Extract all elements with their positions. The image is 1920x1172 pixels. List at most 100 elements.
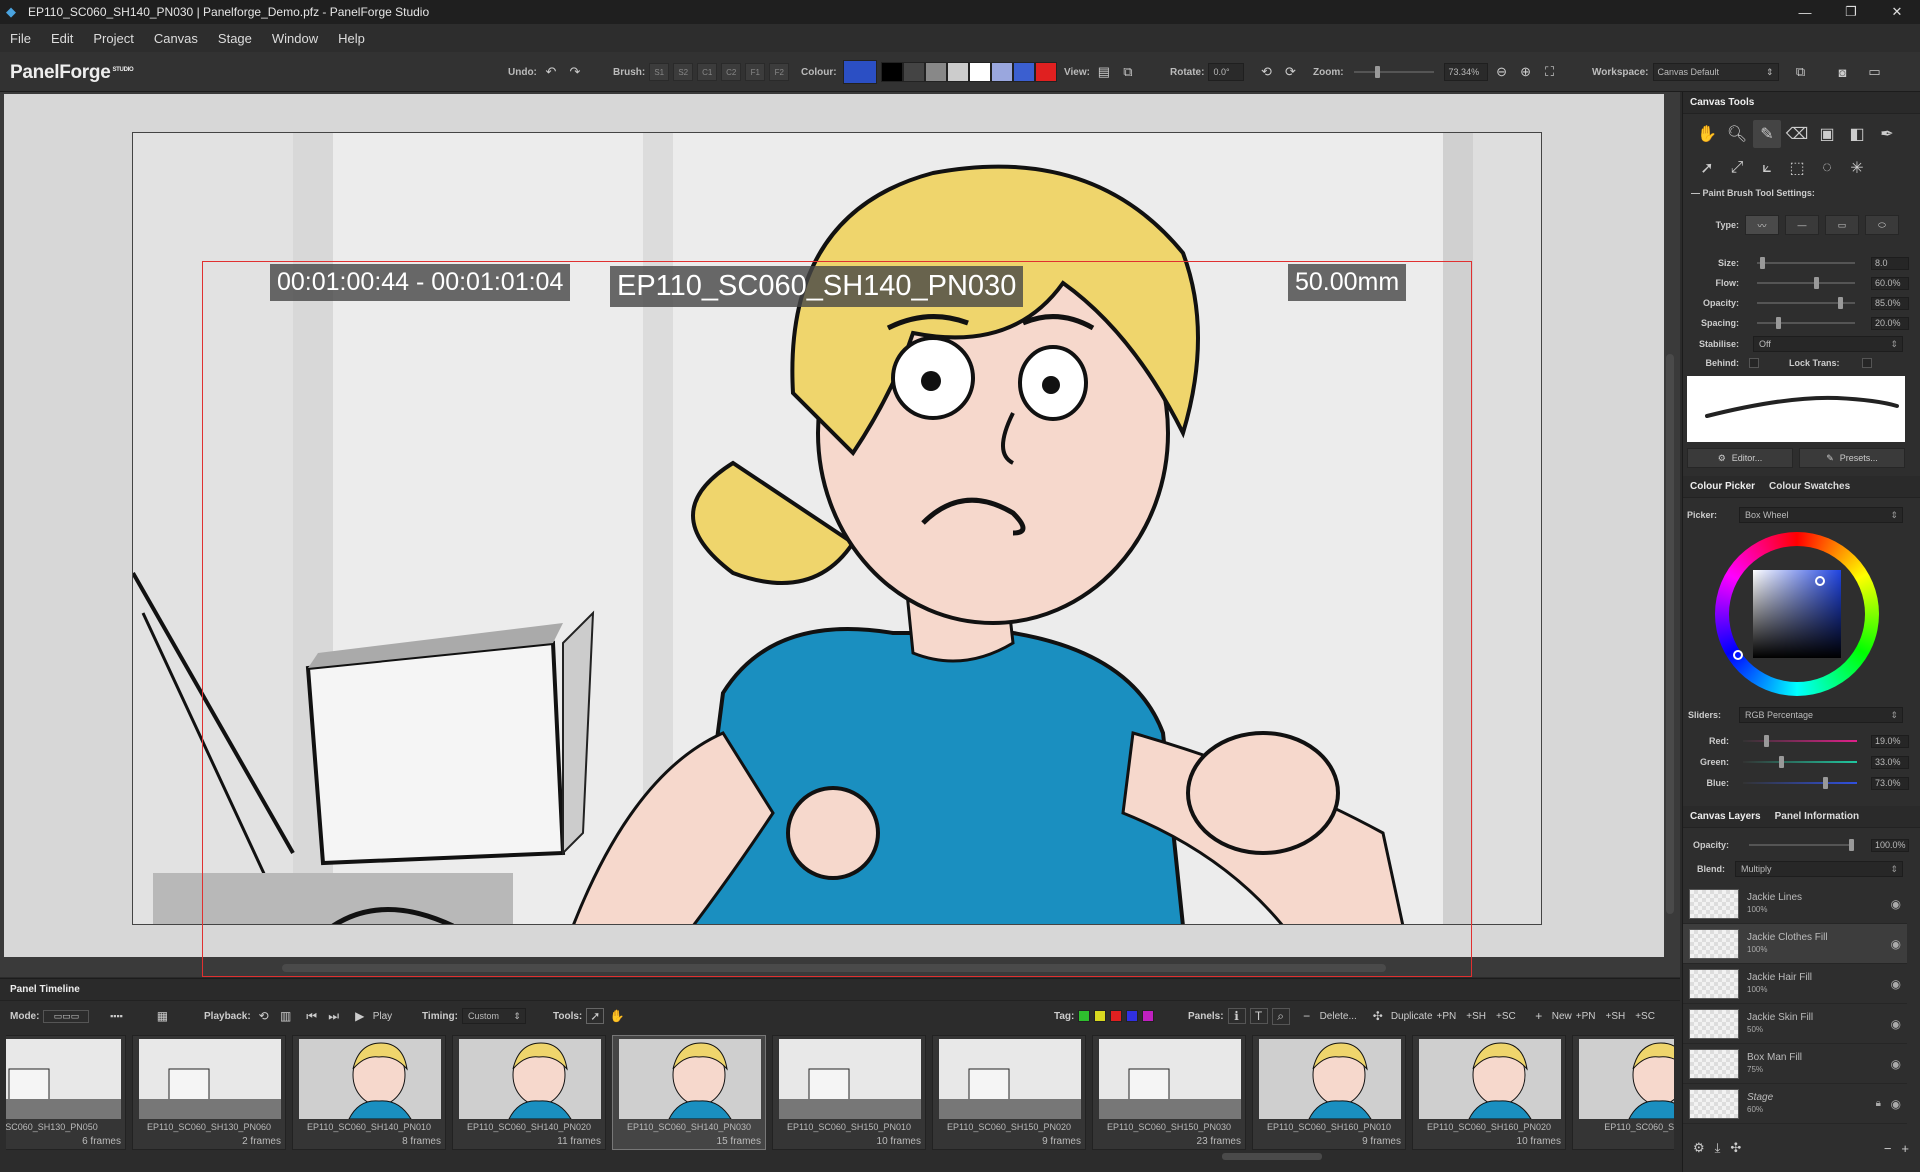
menu-project[interactable]: Project xyxy=(83,31,143,46)
brush-slot-f1[interactable]: F1 xyxy=(745,63,766,81)
layer-opacity-knob[interactable] xyxy=(1849,839,1854,851)
tag-purple[interactable] xyxy=(1142,1010,1155,1022)
panel-toggle-icon[interactable]: ▭ xyxy=(1865,62,1885,82)
brush-slot-c2[interactable]: C2 xyxy=(721,63,742,81)
brush-presets-button[interactable]: ✎ Presets... xyxy=(1799,448,1905,468)
panel-thumbnail[interactable]: EP110_SC060_SH140_PN030 15 frames xyxy=(612,1035,766,1150)
add-layer-icon[interactable]: + xyxy=(1901,1141,1909,1156)
hue-ring-cursor[interactable] xyxy=(1733,650,1743,660)
panel-thumbnail[interactable]: EP110_SC060_SH140_PN010 8 frames xyxy=(292,1035,446,1150)
brush-setting-slider[interactable] xyxy=(1757,277,1855,289)
stage-canvas[interactable]: 00:01:00:44 - 00:01:01:04 EP110_SC060_SH… xyxy=(4,94,1664,977)
play-icon[interactable]: ▶ xyxy=(351,1009,369,1023)
lasso-tool-icon[interactable]: ◌ xyxy=(1813,154,1841,182)
brush-setting-slider[interactable] xyxy=(1757,317,1855,329)
brush-setting-value[interactable]: 85.0% xyxy=(1871,296,1909,310)
colour-swatch[interactable] xyxy=(990,62,1013,82)
eraser-tool-icon[interactable]: ⌫ xyxy=(1783,120,1811,148)
layer-opacity-value[interactable]: 100.0% xyxy=(1871,838,1909,852)
lock-trans-checkbox[interactable] xyxy=(1861,358,1872,368)
eye-icon[interactable]: ◉ xyxy=(1891,977,1901,991)
delete-button[interactable]: Delete... xyxy=(1320,1011,1357,1022)
zoom-slider-knob[interactable] xyxy=(1374,66,1380,78)
colour-swatch[interactable] xyxy=(880,62,903,82)
mode-compact-icon[interactable]: ▪▪▪▪ xyxy=(93,1011,139,1021)
layer-opacity-slider[interactable] xyxy=(1749,839,1854,851)
screenshot-icon[interactable]: ◙ xyxy=(1833,62,1853,82)
panel-thumbnail[interactable]: EP110_SC060_SH160_PN010 9 frames xyxy=(1252,1035,1406,1150)
redo-icon[interactable]: ↷ xyxy=(565,62,585,82)
tag-red[interactable] xyxy=(1110,1010,1123,1022)
tag-yellow[interactable] xyxy=(1094,1010,1107,1022)
gradient-tool-icon[interactable]: ◧ xyxy=(1843,120,1871,148)
zoom-in-icon[interactable]: ⊕ xyxy=(1516,62,1536,82)
colour-wheel[interactable] xyxy=(1715,532,1879,696)
colour-swatch[interactable] xyxy=(924,62,947,82)
rotate-field[interactable]: 0.0° xyxy=(1208,63,1245,81)
brush-tool-icon[interactable]: ✎ xyxy=(1753,120,1781,148)
colour-box-cursor[interactable] xyxy=(1815,576,1825,586)
close-button[interactable]: ✕ xyxy=(1874,0,1920,24)
brush-slot-c1[interactable]: C1 xyxy=(697,63,718,81)
panel-thumbnail[interactable]: EP110_SC060_SH150_PN030 23 frames xyxy=(1092,1035,1246,1150)
marquee-tool-icon[interactable]: ⬚ xyxy=(1783,154,1811,182)
rgb-slider-knob[interactable] xyxy=(1823,777,1829,789)
skip-back-icon[interactable]: ⏮ xyxy=(303,1009,321,1024)
layer-transform-icon[interactable]: ✣ xyxy=(1730,1140,1741,1156)
brush-setting-knob[interactable] xyxy=(1837,297,1843,309)
play-button[interactable]: Play xyxy=(373,1011,392,1022)
brush-setting-value[interactable]: 20.0% xyxy=(1871,316,1909,330)
rgb-slider-knob[interactable] xyxy=(1763,735,1769,747)
new-sh-button[interactable]: +SH xyxy=(1605,1011,1625,1022)
rotate-right-icon[interactable]: ⟳ xyxy=(1280,62,1300,82)
brush-editor-button[interactable]: ⚙ Editor... xyxy=(1687,448,1793,468)
colour-swatches-tab[interactable]: Colour Swatches xyxy=(1769,481,1850,492)
zoom-out-icon[interactable]: ⊖ xyxy=(1492,62,1512,82)
panel-thumbnail[interactable]: EP110_SC060_SH150_PN010 10 frames xyxy=(772,1035,926,1150)
timeline-scrollbar[interactable] xyxy=(1222,1153,1322,1160)
canvas-layers-tab[interactable]: Canvas Layers xyxy=(1690,811,1761,822)
panel-search-icon[interactable]: ⌕ xyxy=(1271,1007,1290,1025)
colour-swatch[interactable] xyxy=(946,62,969,82)
duplicate-sc-button[interactable]: +SC xyxy=(1496,1011,1516,1022)
rgb-value[interactable]: 73.0% xyxy=(1871,776,1909,790)
rgb-slider[interactable] xyxy=(1743,756,1857,768)
colour-box[interactable] xyxy=(1753,570,1841,658)
layer-item[interactable]: Stage 60% 🔒︎ ◉ xyxy=(1683,1084,1907,1124)
panel-thumbnail[interactable]: EP110_SC060_SH150_PN020 9 frames xyxy=(932,1035,1086,1150)
brush-setting-value[interactable]: 8.0 xyxy=(1871,256,1909,270)
panel-thumbnail[interactable]: _SC060_SH130_PN050 6 frames xyxy=(6,1035,126,1150)
menu-help[interactable]: Help xyxy=(328,31,375,46)
brush-setting-knob[interactable] xyxy=(1814,277,1819,289)
mode-filmstrip-icon[interactable]: ▭▭▭ xyxy=(43,1009,90,1023)
skip-forward-icon[interactable]: ⏭ xyxy=(325,1009,343,1024)
colour-swatch[interactable] xyxy=(1012,62,1035,82)
eye-icon[interactable]: ◉ xyxy=(1891,1097,1901,1111)
current-colour-swatch[interactable] xyxy=(842,60,877,84)
workspace-layout-icon[interactable]: ⧉ xyxy=(1791,62,1811,82)
view-options-icon[interactable]: ⧉ xyxy=(1118,62,1138,82)
select-tool-icon[interactable]: ➚ xyxy=(586,1008,605,1024)
maximize-button[interactable]: ❐ xyxy=(1828,0,1874,24)
brush-slot-f2[interactable]: F2 xyxy=(769,63,790,81)
layer-merge-icon[interactable]: ⤓ xyxy=(1715,1140,1721,1156)
stroke-type-rect-icon[interactable]: ▭ xyxy=(1825,215,1859,235)
panel-info-icon[interactable]: ℹ xyxy=(1227,1008,1246,1024)
rgb-value[interactable]: 19.0% xyxy=(1871,734,1909,748)
select-tool-icon[interactable]: ➚ xyxy=(1693,154,1721,182)
duplicate-sh-button[interactable]: +SH xyxy=(1466,1011,1486,1022)
colour-swatch[interactable] xyxy=(1034,62,1057,82)
rotate-left-icon[interactable]: ⟲ xyxy=(1256,62,1276,82)
mode-grid-icon[interactable]: ▦ xyxy=(153,1009,171,1023)
layer-item[interactable]: Jackie Skin Fill 50% ◉ xyxy=(1683,1004,1907,1044)
rgb-slider-knob[interactable] xyxy=(1779,756,1785,768)
menu-file[interactable]: File xyxy=(0,31,41,46)
brush-setting-slider[interactable] xyxy=(1757,297,1855,309)
colour-swatch[interactable] xyxy=(902,62,925,82)
layer-item[interactable]: Jackie Clothes Fill 100% ◉ xyxy=(1683,924,1907,964)
brush-slot-s1[interactable]: S1 xyxy=(649,63,670,81)
lock-icon[interactable]: 🔒︎ xyxy=(1876,1098,1881,1109)
playback-options-icon[interactable]: ▥ xyxy=(277,1009,295,1023)
remove-layer-icon[interactable]: − xyxy=(1884,1141,1892,1156)
layer-item[interactable]: Box Man Fill 75% ◉ xyxy=(1683,1044,1907,1084)
